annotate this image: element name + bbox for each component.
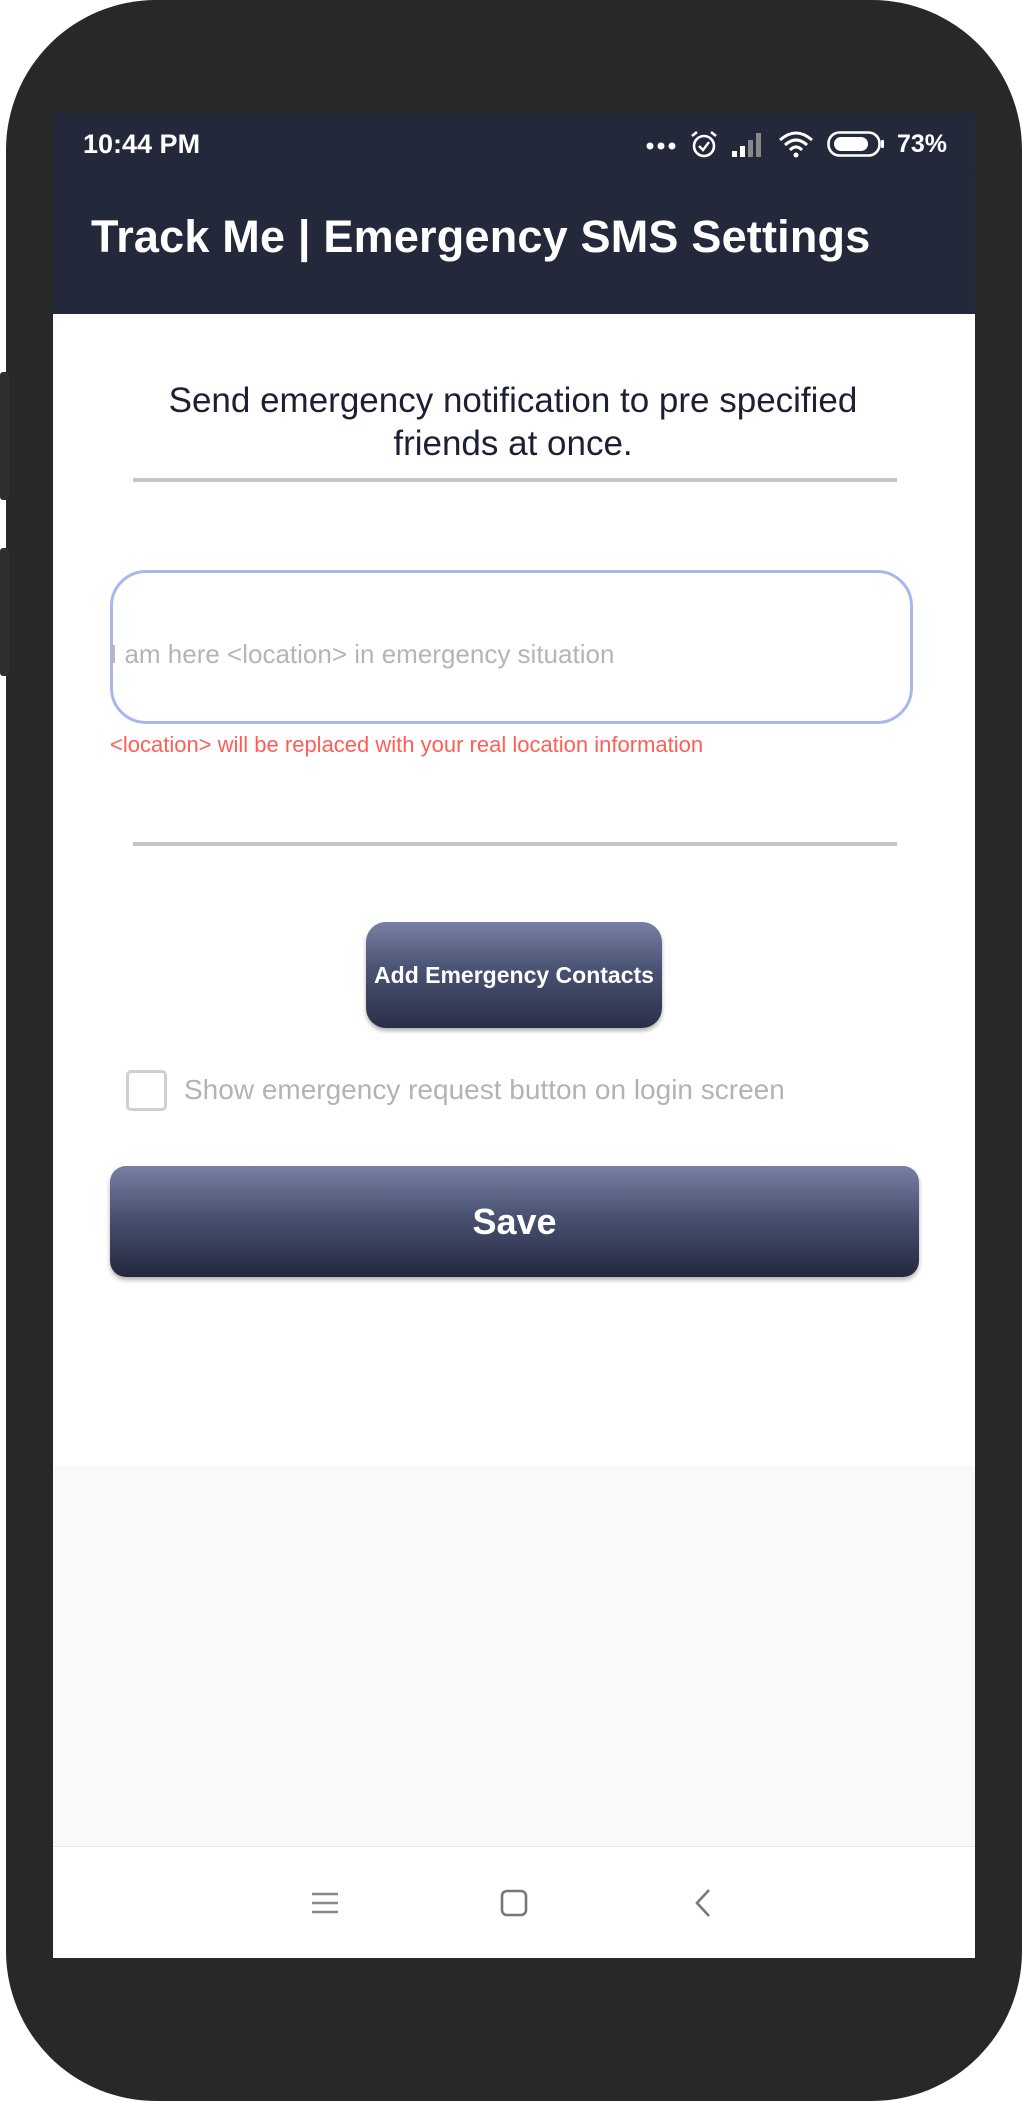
settings-form: Send emergency notification to pre speci… bbox=[53, 314, 975, 1466]
description-text: Send emergency notification to pre speci… bbox=[168, 381, 858, 463]
back-icon[interactable] bbox=[681, 1881, 725, 1925]
middle-divider bbox=[133, 842, 897, 846]
status-time: 10:44 PM bbox=[83, 129, 201, 159]
top-divider bbox=[133, 478, 897, 482]
wifi-icon bbox=[778, 131, 813, 158]
home-icon[interactable] bbox=[492, 1881, 536, 1925]
menu-icon[interactable] bbox=[303, 1881, 347, 1925]
nav-bar bbox=[53, 1846, 975, 1958]
volume-up-button bbox=[0, 372, 9, 500]
show-button-checkbox-label[interactable]: Show emergency request button on login s… bbox=[184, 1074, 785, 1106]
page-title: Track Me | Emergency SMS Settings bbox=[91, 211, 871, 262]
location-hint: <location> will be replaced with your re… bbox=[110, 732, 704, 757]
app-bar: Track Me | Emergency SMS Settings bbox=[53, 175, 975, 314]
status-icons: 73% bbox=[645, 127, 947, 161]
add-emergency-contacts-button[interactable]: Add Emergency Contacts bbox=[366, 922, 662, 1028]
save-button[interactable]: Save bbox=[110, 1166, 919, 1277]
message-input[interactable]: I am here <location> in emergency situat… bbox=[110, 570, 913, 724]
volume-down-button bbox=[0, 548, 9, 676]
screen: 10:44 PM 73% Track Me | Emergency SMS Se… bbox=[53, 113, 975, 1958]
more-dots-icon bbox=[646, 142, 676, 150]
show-button-checkbox[interactable] bbox=[126, 1070, 167, 1111]
signal-icon bbox=[731, 133, 761, 157]
status-bar: 10:44 PM 73% bbox=[53, 113, 975, 175]
battery-icon bbox=[827, 131, 884, 157]
alarm-icon bbox=[691, 130, 717, 158]
battery-percent: 73% bbox=[896, 129, 947, 158]
message-placeholder: I am here <location> in emergency situat… bbox=[110, 639, 615, 669]
